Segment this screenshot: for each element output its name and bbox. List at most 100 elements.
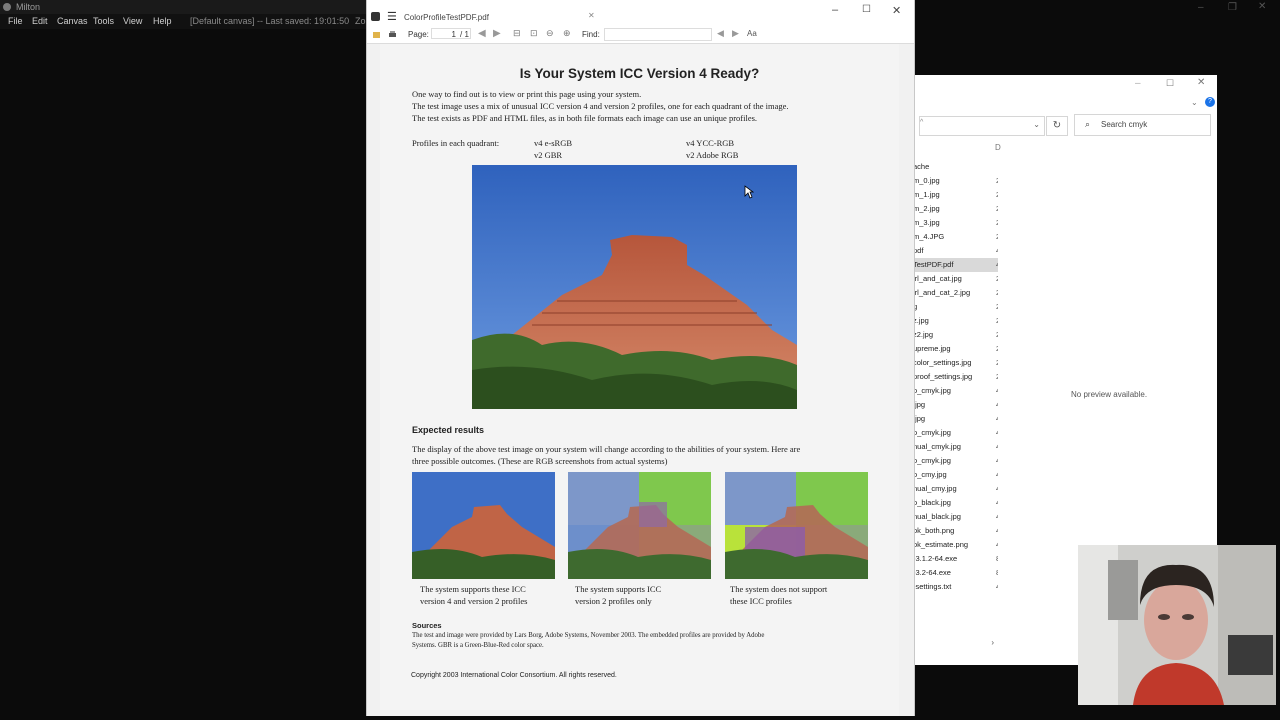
- file-list-item[interactable]: .jpg4: [913, 412, 998, 426]
- print-icon[interactable]: [388, 30, 397, 39]
- file-list-item[interactable]: o_cmyk.jpg 4: [913, 426, 998, 440]
- next-page-icon[interactable]: ▶: [493, 28, 501, 39]
- file-list-item[interactable]: m_3.jpg 2: [913, 216, 998, 230]
- address-up-icon[interactable]: ^: [920, 119, 923, 126]
- find-label: Find:: [582, 30, 600, 39]
- menu-view[interactable]: View: [123, 16, 142, 26]
- file-list-item[interactable]: color_settings.jpg 2: [913, 356, 998, 370]
- menu-canvas[interactable]: Canvas: [57, 16, 88, 26]
- menu-help[interactable]: Help: [153, 16, 172, 26]
- file-name: o_black.jpg: [913, 498, 951, 507]
- explorer-close-icon[interactable]: ✕: [1197, 77, 1205, 88]
- address-bar[interactable]: ^ ⌄: [919, 116, 1045, 136]
- explorer-maximize-icon[interactable]: ☐: [1166, 78, 1174, 89]
- file-list-item[interactable]: upreme.jpg 2: [913, 342, 998, 356]
- file-list-item[interactable]: o_black.jpg 4: [913, 496, 998, 510]
- file-list-item[interactable]: irl_and_cat_2.jpg 2: [913, 286, 998, 300]
- intro-line-3: The test exists as PDF and HTML files, a…: [412, 113, 758, 123]
- file-name: ok_estimate.png: [913, 540, 969, 549]
- file-list-item[interactable]: -settings.txt 4: [913, 580, 998, 594]
- ribbon-chevron-icon[interactable]: ⌄: [1191, 98, 1198, 107]
- file-name: o_cmyk.jpg: [913, 428, 951, 437]
- document-tab-title[interactable]: ColorProfileTestPDF.pdf: [404, 13, 489, 22]
- open-icon[interactable]: [372, 30, 381, 39]
- file-meta: 2: [996, 216, 998, 230]
- menu-tools[interactable]: Tools: [93, 16, 114, 26]
- bg-close-icon[interactable]: ✕: [1258, 1, 1266, 12]
- file-meta: 4: [996, 496, 998, 510]
- file-list-item[interactable]: nual_black.jpg 4: [913, 510, 998, 524]
- tab-close-icon[interactable]: ✕: [588, 11, 595, 20]
- menu-file[interactable]: File: [8, 16, 23, 26]
- close-icon[interactable]: ✕: [892, 4, 901, 17]
- file-list: achem_0.jpg2m_1.jpg2m_2.jpg2 m_3.jpg 2m_4.…: [913, 160, 998, 600]
- file-list-item[interactable]: ok_estimate.png 4: [913, 538, 998, 552]
- explorer-minimize-icon[interactable]: –: [1135, 78, 1141, 89]
- file-list-item[interactable]: m_2.jpg 2: [913, 202, 998, 216]
- milton-title: Milton: [16, 2, 41, 12]
- file-list-item[interactable]: m_0.jpg 2: [913, 174, 998, 188]
- file-list-item[interactable]: z2.jpg 2: [913, 328, 998, 342]
- file-meta: 4: [996, 524, 998, 538]
- file-list-item[interactable]: pdf4: [913, 244, 998, 258]
- file-name: nual_black.jpg: [913, 512, 961, 521]
- file-name: m_0.jpg: [913, 176, 940, 185]
- file-list-item[interactable]: ok_both.png 4: [913, 524, 998, 538]
- minimize-icon[interactable]: –: [832, 4, 838, 16]
- file-list-item[interactable]: TestPDF.pdf 4: [913, 258, 998, 272]
- file-list-item[interactable]: m_4.JPG 2: [913, 230, 998, 244]
- outcome-image-v2-only: [568, 472, 711, 579]
- file-list-item[interactable]: nual_cmyk.jpg 4: [913, 440, 998, 454]
- intro-line-2: The test image uses a mix of unusual ICC…: [412, 101, 789, 111]
- file-list-item[interactable]: ache: [913, 160, 998, 174]
- file-list-item[interactable]: o_cmyk.jpg 4: [913, 454, 998, 468]
- address-dropdown-icon[interactable]: ⌄: [1033, 120, 1040, 129]
- file-name: m_3.jpg: [913, 218, 940, 227]
- expected-text-line-2: three possible outcomes. (These are RGB …: [412, 456, 668, 466]
- fit-width-icon[interactable]: ⊟: [513, 28, 521, 39]
- fit-page-icon[interactable]: ⊡: [530, 28, 538, 39]
- file-list-item[interactable]: proof_settings.jpg 2: [913, 370, 998, 384]
- search-box[interactable]: ⌕ Search cmyk: [1074, 114, 1211, 136]
- file-list-item[interactable]: -3.1.2-64.exe 8: [913, 552, 998, 566]
- horizontal-scrollbar[interactable]: ›: [913, 638, 998, 648]
- column-header[interactable]: D: [995, 143, 1001, 152]
- find-prev-icon[interactable]: ◀: [717, 28, 724, 39]
- file-list-item[interactable]: g2: [913, 300, 998, 314]
- menu-hamburger-icon[interactable]: ☰: [387, 10, 397, 23]
- zoom-in-icon[interactable]: ⊕: [563, 28, 571, 39]
- match-case-icon[interactable]: Aa: [747, 29, 757, 38]
- file-list-item[interactable]: -3.2-64.exe 8: [913, 566, 998, 580]
- prev-page-icon[interactable]: ◀: [478, 28, 486, 39]
- file-meta: 4: [996, 426, 998, 440]
- file-name: irl_and_cat_2.jpg: [913, 288, 971, 297]
- file-name: o_cmyk.jpg: [913, 386, 951, 395]
- file-list-item[interactable]: nual_cmy.jpg 4: [913, 482, 998, 496]
- bg-minimize-icon[interactable]: –: [1198, 2, 1204, 13]
- page-total: / 1: [460, 30, 469, 39]
- copyright: Copyright 2003 International Color Conso…: [411, 672, 617, 679]
- refresh-icon[interactable]: ↻: [1046, 116, 1068, 136]
- find-input[interactable]: [604, 28, 712, 41]
- file-meta: 4: [996, 510, 998, 524]
- menu-edit[interactable]: Edit: [32, 16, 48, 26]
- file-list-item[interactable]: .jpg4: [913, 398, 998, 412]
- find-next-icon[interactable]: ▶: [732, 28, 739, 39]
- zoom-out-icon[interactable]: ⊖: [546, 28, 554, 39]
- scroll-right-icon[interactable]: ›: [991, 638, 994, 647]
- file-list-item[interactable]: o_cmy.jpg 4: [913, 468, 998, 482]
- file-list-item[interactable]: o_cmyk.jpg 4: [913, 384, 998, 398]
- pdf-titlebar: ☰ ColorProfileTestPDF.pdf ✕ – ☐ ✕: [367, 0, 914, 26]
- bg-restore-icon[interactable]: ❐: [1228, 2, 1237, 13]
- profiles-label: Profiles in each quadrant:: [412, 138, 500, 148]
- file-meta: 8: [996, 552, 998, 566]
- search-placeholder: Search cmyk: [1101, 120, 1148, 129]
- help-icon[interactable]: ?: [1205, 97, 1215, 107]
- caption-3-line-2: these ICC profiles: [730, 596, 792, 606]
- file-list-item[interactable]: irl_and_cat.jpg 2: [913, 272, 998, 286]
- maximize-icon[interactable]: ☐: [862, 4, 871, 15]
- file-list-item[interactable]: m_1.jpg 2: [913, 188, 998, 202]
- page-label: Page:: [408, 30, 429, 39]
- file-name: nual_cmy.jpg: [913, 484, 957, 493]
- file-list-item[interactable]: z.jpg 2: [913, 314, 998, 328]
